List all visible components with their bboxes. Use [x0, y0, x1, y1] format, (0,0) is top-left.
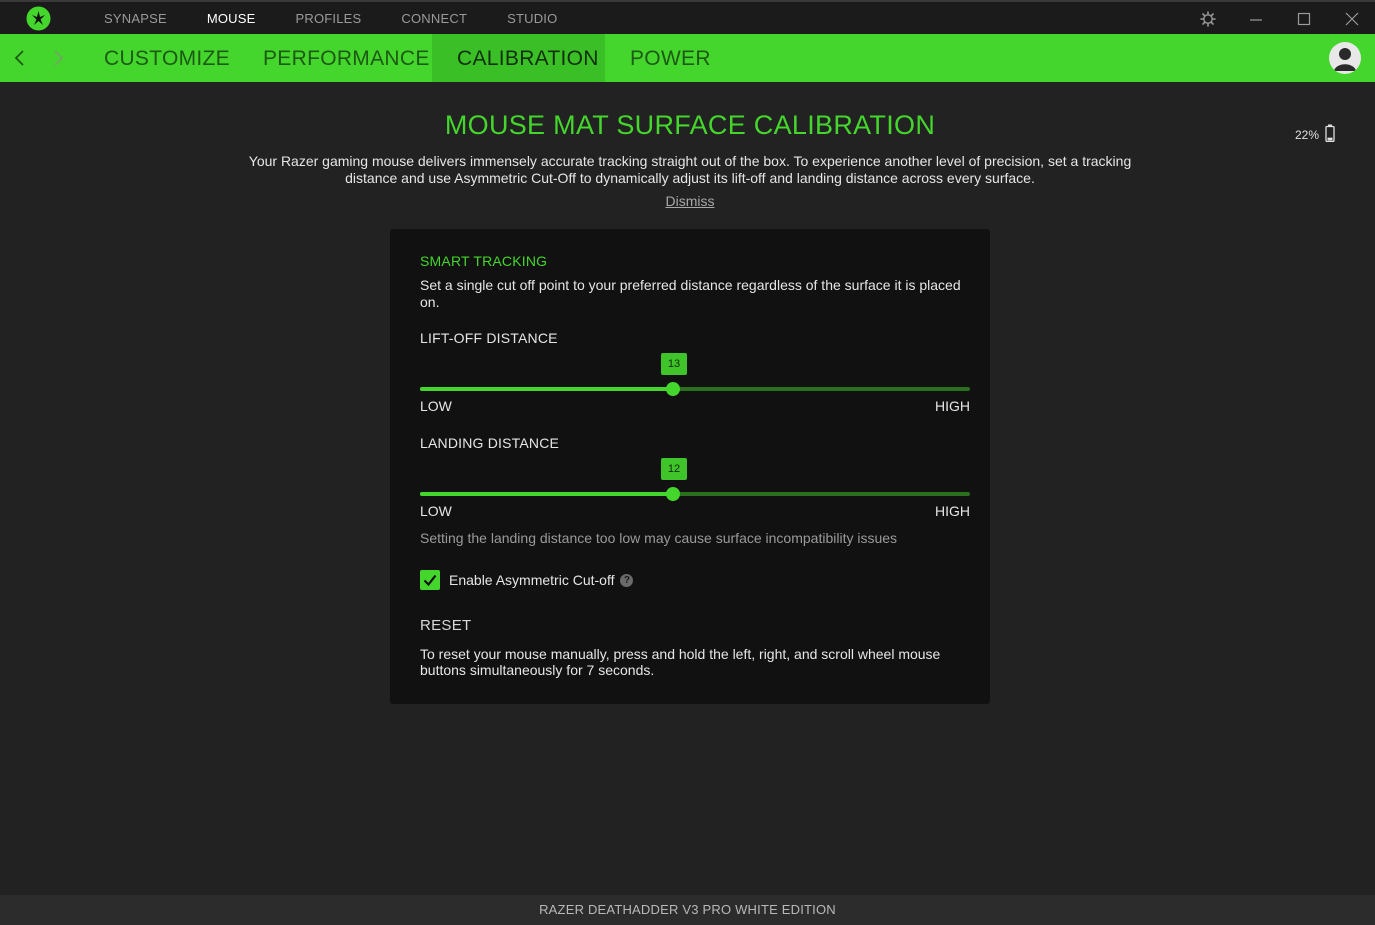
battery-percent: 22% [1294, 127, 1319, 142]
slider-fill [420, 387, 673, 391]
tab-customize[interactable]: CUSTOMIZE [104, 34, 230, 82]
tab-calibration[interactable]: CALIBRATION [432, 34, 605, 82]
top-nav: SYNAPSE MOUSE PROFILES CONNECT STUDIO [104, 2, 597, 36]
razer-logo-icon[interactable] [26, 6, 51, 31]
dismiss-link-row: Dismiss [0, 193, 1375, 209]
slider-fill [420, 492, 673, 496]
page-title: MOUSE MAT SURFACE CALIBRATION [444, 110, 936, 140]
chevron-left-icon[interactable] [10, 48, 30, 68]
reset-description: To reset your mouse manually, press and … [420, 646, 941, 678]
section-title: SMART TRACKING [420, 253, 548, 269]
low-label: LOW [420, 398, 452, 414]
high-label: HIGH [935, 503, 970, 519]
section-description: Set a single cut off point to your prefe… [420, 277, 961, 310]
battery-icon [1325, 124, 1335, 145]
liftoff-range-labels: LOW HIGH [420, 398, 970, 414]
landing-warning: Setting the landing distance too low may… [420, 530, 898, 546]
user-avatar-icon[interactable] [1329, 42, 1361, 74]
topnav-item-synapse[interactable]: SYNAPSE [104, 2, 167, 36]
asymmetric-cutoff-label[interactable]: Enable Asymmetric Cut-off [449, 572, 614, 588]
dismiss-link[interactable]: Dismiss [666, 193, 715, 209]
slider-value-bubble: 13 [661, 353, 687, 375]
landing-label: LANDING DISTANCE [420, 435, 560, 451]
checkmark-icon [423, 574, 437, 587]
intro-text: Your Razer gaming mouse delivers immense… [248, 153, 1132, 186]
tab-power[interactable]: POWER [630, 34, 711, 82]
sub-nav: CUSTOMIZE PERFORMANCE CALIBRATION POWER [0, 34, 1375, 82]
battery-status: 22% [1295, 124, 1335, 145]
topnav-item-profiles[interactable]: PROFILES [296, 2, 362, 36]
chevron-right-icon[interactable] [48, 48, 68, 68]
reset-title: RESET [420, 617, 472, 634]
liftoff-label: LIFT-OFF DISTANCE [420, 330, 558, 346]
topnav-item-studio[interactable]: STUDIO [507, 2, 557, 36]
title-bar: SYNAPSE MOUSE PROFILES CONNECT STUDIO [0, 0, 1375, 34]
maximize-icon[interactable] [1293, 8, 1315, 30]
slider-thumb[interactable] [666, 487, 680, 501]
gear-icon[interactable] [1197, 8, 1219, 30]
asymmetric-cutoff-checkbox[interactable] [420, 570, 440, 590]
asymmetric-cutoff-row: Enable Asymmetric Cut-off ? [420, 570, 634, 590]
low-label: LOW [420, 503, 452, 519]
topnav-item-mouse[interactable]: MOUSE [207, 2, 256, 36]
tab-performance[interactable]: PERFORMANCE [263, 34, 430, 82]
high-label: HIGH [935, 398, 970, 414]
slider-value-bubble: 12 [661, 458, 687, 480]
help-icon[interactable]: ? [620, 573, 634, 587]
slider-thumb[interactable] [666, 382, 680, 396]
minimize-icon[interactable] [1245, 8, 1267, 30]
device-name-footer: RAZER DEATHADDER V3 PRO WHITE EDITION [0, 895, 1375, 925]
landing-range-labels: LOW HIGH [420, 503, 970, 519]
topnav-item-connect[interactable]: CONNECT [401, 2, 467, 36]
smart-tracking-panel: SMART TRACKING Set a single cut off poin… [390, 229, 990, 704]
close-icon[interactable] [1341, 8, 1363, 30]
